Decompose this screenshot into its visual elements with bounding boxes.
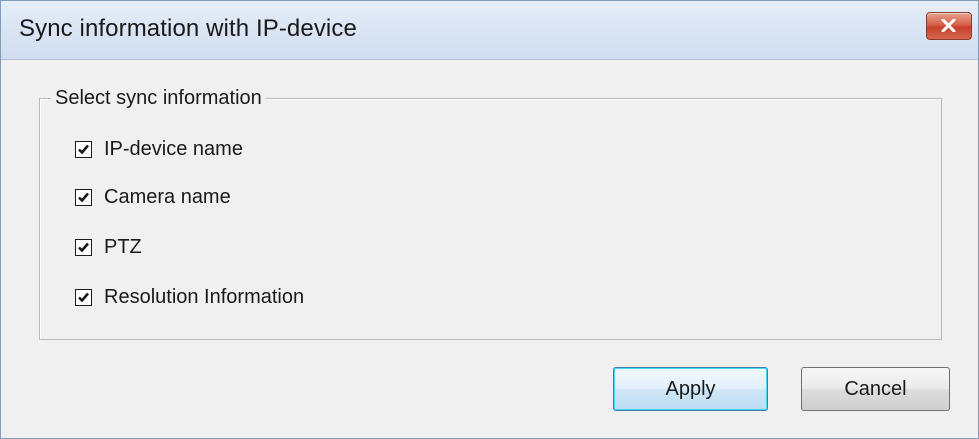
checkbox-label: Camera name bbox=[104, 185, 231, 208]
title-bar: Sync information with IP-device bbox=[1, 1, 978, 60]
checkmark-icon bbox=[78, 192, 89, 202]
close-icon bbox=[941, 19, 956, 32]
checkbox-box[interactable] bbox=[75, 288, 92, 306]
dialog-title: Sync information with IP-device bbox=[19, 15, 357, 42]
checkmark-icon bbox=[78, 144, 89, 154]
checkbox-box[interactable] bbox=[75, 188, 92, 206]
checkbox-ip-device-name[interactable]: IP-device name bbox=[75, 137, 243, 161]
checkbox-resolution-information[interactable]: Resolution Information bbox=[75, 285, 304, 309]
sync-dialog: Sync information with IP-device Select s… bbox=[0, 0, 979, 439]
checkbox-camera-name[interactable]: Camera name bbox=[75, 185, 231, 209]
checkbox-box[interactable] bbox=[75, 238, 92, 256]
apply-button[interactable]: Apply bbox=[613, 367, 768, 411]
checkmark-icon bbox=[78, 292, 89, 302]
close-button[interactable] bbox=[926, 12, 972, 40]
checkbox-label: PTZ bbox=[104, 235, 142, 258]
checkmark-icon bbox=[78, 242, 89, 252]
checkbox-box[interactable] bbox=[75, 140, 92, 158]
group-legend: Select sync information bbox=[51, 87, 266, 110]
cancel-button[interactable]: Cancel bbox=[801, 367, 950, 411]
checkbox-label: Resolution Information bbox=[104, 285, 305, 308]
checkbox-ptz[interactable]: PTZ bbox=[75, 235, 142, 259]
checkbox-label: IP-device name bbox=[104, 137, 243, 160]
